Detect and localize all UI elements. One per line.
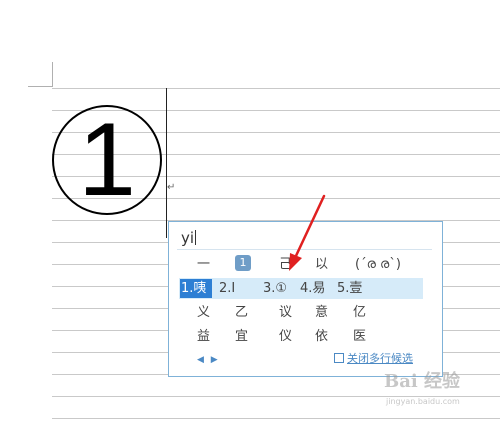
candidate-item[interactable]: 亿 [353,302,366,324]
candidate-item[interactable]: 5.壹 [337,278,362,300]
word-document-canvas[interactable]: 1 ↵ yi 一 1 己 以 (´ര ര`) 1.咦 2.Ⅰ 3.① 4.易 5… [0,0,500,422]
ime-input-composition: yi [181,227,197,249]
watermark-logo: Bai 经验 [384,371,460,392]
candidate-item[interactable]: 义 [197,302,210,324]
candidate-item[interactable]: 2.Ⅰ [219,278,235,300]
candidate-row: 一 1 己 以 (´ര ര`) [169,254,442,276]
candidate-item[interactable]: 乙 [235,302,248,324]
candidate-item[interactable]: 议 [279,302,292,324]
candidate-item[interactable]: 4.易 [300,278,325,300]
ime-separator [177,249,432,250]
candidate-item[interactable]: 宜 [235,326,248,348]
text-cursor [166,88,167,238]
candidate-row: 义 乙 议 意 亿 [169,302,442,324]
candidate-item[interactable]: (´ര ര`) [355,254,401,276]
candidate-item[interactable]: 依 [315,326,328,348]
candidate-row: 益 宜 仪 依 医 [169,326,442,348]
grid-line [52,88,500,89]
candidate-item[interactable]: 益 [197,326,210,348]
margin-corner-marker [28,86,53,87]
margin-corner-marker [52,62,53,86]
number-badge-icon: 1 [235,255,251,271]
candidate-item[interactable]: 意 [315,302,328,324]
candidate-item[interactable]: 以 [315,254,328,276]
candidate-item[interactable]: 1 [235,254,251,276]
paragraph-mark: ↵ [167,182,176,193]
candidate-item[interactable]: 己 [279,254,292,276]
candidate-item-selected[interactable]: 1.咦 [181,278,206,300]
ime-candidate-window[interactable]: yi 一 1 己 以 (´ര ര`) 1.咦 2.Ⅰ 3.① 4.易 5.壹 义… [168,221,443,377]
enclosed-character-digit: 1 [78,102,136,218]
candidate-item[interactable]: 医 [353,326,366,348]
close-multirow-candidates-link[interactable]: 关闭多行候选 [334,351,413,367]
ime-caret [195,230,197,245]
ime-input-text: yi [181,229,195,247]
baidu-jingyan-watermark: Bai 经验 jingyan.baidu.com [384,370,494,416]
candidate-item[interactable]: 一 [197,254,210,276]
page-nav-arrows-icon[interactable]: ◀ ▶ [197,353,220,367]
multirow-icon [334,353,344,363]
candidate-row-active: 1.咦 2.Ⅰ 3.① 4.易 5.壹 [169,278,442,300]
close-multirow-label: 关闭多行候选 [347,352,413,365]
candidate-item[interactable]: 3.① [263,278,287,300]
candidate-item[interactable]: 仪 [279,326,292,348]
grid-line [52,418,500,419]
watermark-url: jingyan.baidu.com [386,397,460,406]
